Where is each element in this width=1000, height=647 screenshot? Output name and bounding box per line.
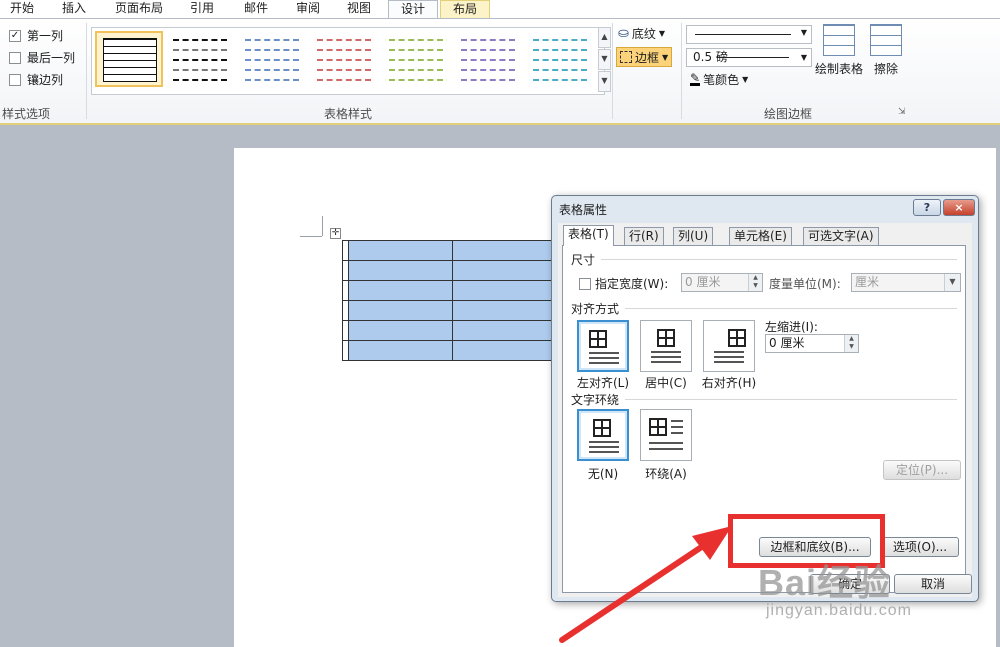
tab-table[interactable]: 表格(T) [563,225,614,246]
watermark-url: jingyan.baidu.com [766,602,912,619]
annotation-arrow-icon [559,526,732,643]
baidu-watermark: Bai经验 jingyan.baidu.com [758,554,988,634]
watermark-brand: Bai经验 [758,562,892,603]
